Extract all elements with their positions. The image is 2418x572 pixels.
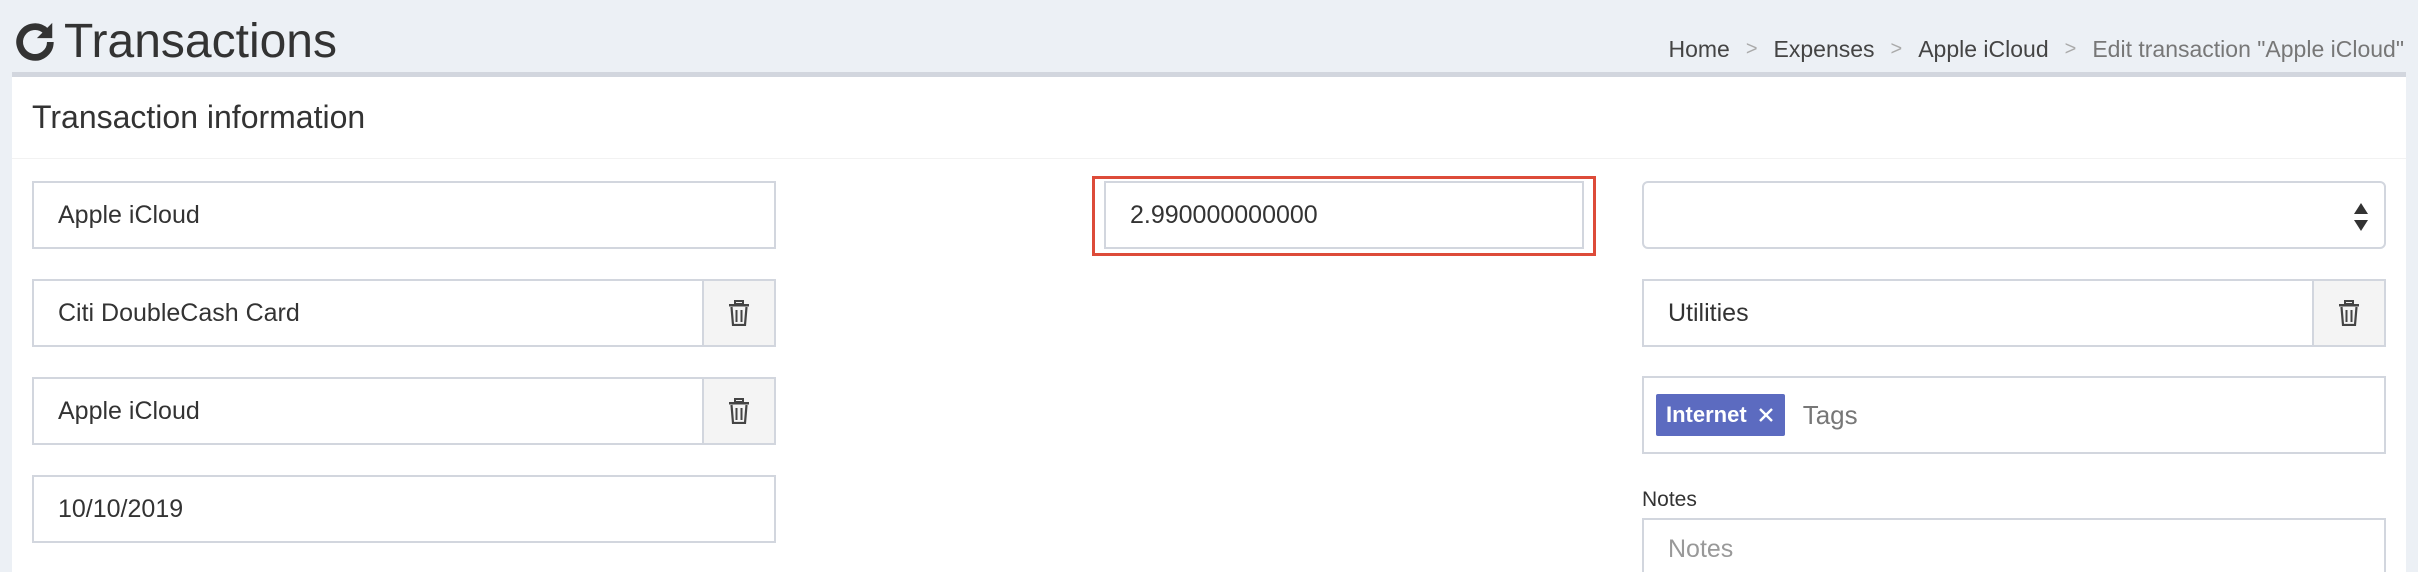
notes-textarea[interactable]: Notes [1642, 518, 2386, 572]
description-input[interactable]: Apple iCloud [32, 181, 776, 249]
box-title: Transaction information [32, 99, 366, 135]
breadcrumb-separator: > [2064, 38, 2077, 60]
date-input[interactable]: 10/10/2019 [32, 475, 776, 543]
box-header: Transaction information [12, 77, 2406, 159]
title-wrap: Transactions [12, 14, 337, 70]
breadcrumb-separator: > [1745, 38, 1758, 60]
clear-source-button[interactable] [702, 281, 774, 345]
trash-icon [729, 398, 749, 424]
trash-icon [729, 300, 749, 326]
source-account-value: Citi DoubleCash Card [58, 298, 300, 327]
breadcrumb-current: Edit transaction "Apple iCloud" [2092, 36, 2404, 62]
category-value: Utilities [1668, 298, 1749, 327]
destination-account-input[interactable]: Apple iCloud [32, 377, 776, 445]
clear-destination-button[interactable] [702, 379, 774, 443]
date-value: 10/10/2019 [58, 494, 184, 523]
select-arrows-icon [2354, 203, 2368, 231]
destination-account-value: Apple iCloud [58, 396, 200, 425]
tags-placeholder: Tags [1802, 399, 1858, 430]
refresh-icon [16, 22, 54, 61]
tags-input[interactable]: Internet Tags [1642, 376, 2386, 454]
source-account-input[interactable]: Citi DoubleCash Card [32, 279, 776, 347]
tag-chip: Internet [1656, 394, 1785, 436]
close-icon[interactable] [1757, 406, 1775, 424]
notes-placeholder: Notes [1668, 534, 1734, 563]
breadcrumb: Home > Expenses > Apple iCloud > Edit tr… [1668, 36, 2404, 63]
category-input[interactable]: Utilities [1642, 279, 2386, 347]
page-title: Transactions [64, 15, 337, 68]
breadcrumb-expenses[interactable]: Expenses [1774, 36, 1875, 63]
clear-category-button[interactable] [2312, 281, 2384, 345]
breadcrumb-separator: > [1890, 38, 1903, 60]
notes-label: Notes [1642, 488, 1697, 511]
amount-value: 2.990000000000 [1130, 200, 1318, 229]
description-value: Apple iCloud [58, 200, 200, 229]
page-header: Transactions Home > Expenses > Apple iCl… [0, 0, 2418, 74]
tag-label: Internet [1666, 402, 1747, 427]
amount-input[interactable]: 2.990000000000 [1104, 181, 1584, 249]
breadcrumb-home[interactable]: Home [1668, 36, 1729, 63]
budget-select[interactable] [1642, 181, 2386, 249]
trash-icon [2339, 300, 2359, 326]
breadcrumb-account[interactable]: Apple iCloud [1918, 36, 2048, 63]
